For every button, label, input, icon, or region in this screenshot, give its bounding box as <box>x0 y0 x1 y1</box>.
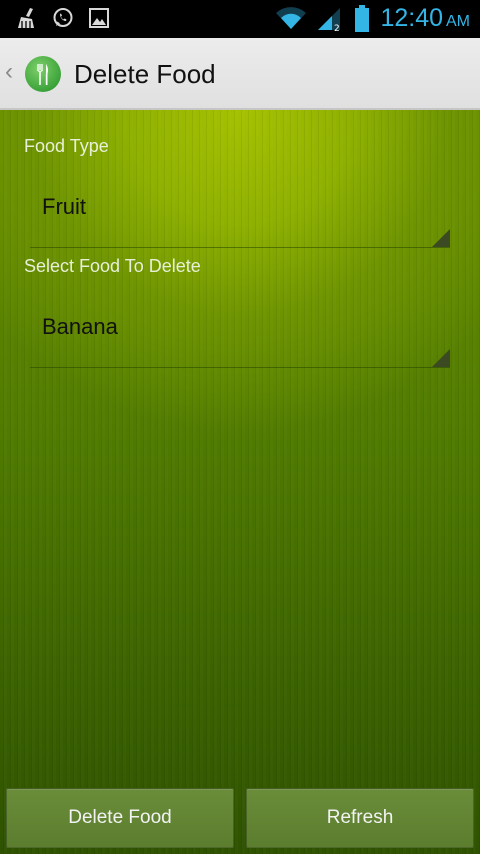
food-type-value: Fruit <box>42 194 86 219</box>
spinner-arrow-icon <box>432 349 450 367</box>
clock-ampm: AM <box>446 13 470 30</box>
wifi-icon <box>276 6 307 29</box>
delete-food-button[interactable]: Delete Food <box>6 788 234 848</box>
utensils-icon <box>37 64 48 85</box>
food-type-spinner[interactable]: Fruit <box>30 172 450 248</box>
notification-icons <box>16 7 110 29</box>
action-bar: ‹ Delete Food <box>0 38 480 110</box>
whatsapp-icon <box>53 8 73 27</box>
page-title: Delete Food <box>74 59 216 89</box>
content-area: Food Type Fruit Select Food To Delete Ba… <box>0 110 480 854</box>
svg-text:2: 2 <box>334 24 340 32</box>
spinner-arrow-icon <box>432 229 450 247</box>
select-food-spinner[interactable]: Banana <box>30 292 450 368</box>
select-food-value: Banana <box>42 314 118 339</box>
up-caret-icon[interactable]: ‹ <box>5 60 13 84</box>
food-type-label: Food Type <box>24 136 109 156</box>
select-food-label: Select Food To Delete <box>24 256 201 276</box>
system-icons: 2 12:40 AM <box>276 4 470 33</box>
refresh-button[interactable]: Refresh <box>246 788 474 848</box>
app-icon[interactable] <box>25 56 61 92</box>
clock-time: 12:40 <box>380 4 443 32</box>
cleaner-icon <box>18 8 34 28</box>
clock: 12:40 AM <box>380 4 470 33</box>
signal-icon: 2 <box>318 7 341 32</box>
gallery-icon <box>89 8 109 28</box>
screen: 2 12:40 AM ‹ Delete Food Food Type Fruit… <box>0 0 480 854</box>
battery-icon <box>355 4 370 32</box>
status-bar: 2 12:40 AM <box>0 0 480 38</box>
